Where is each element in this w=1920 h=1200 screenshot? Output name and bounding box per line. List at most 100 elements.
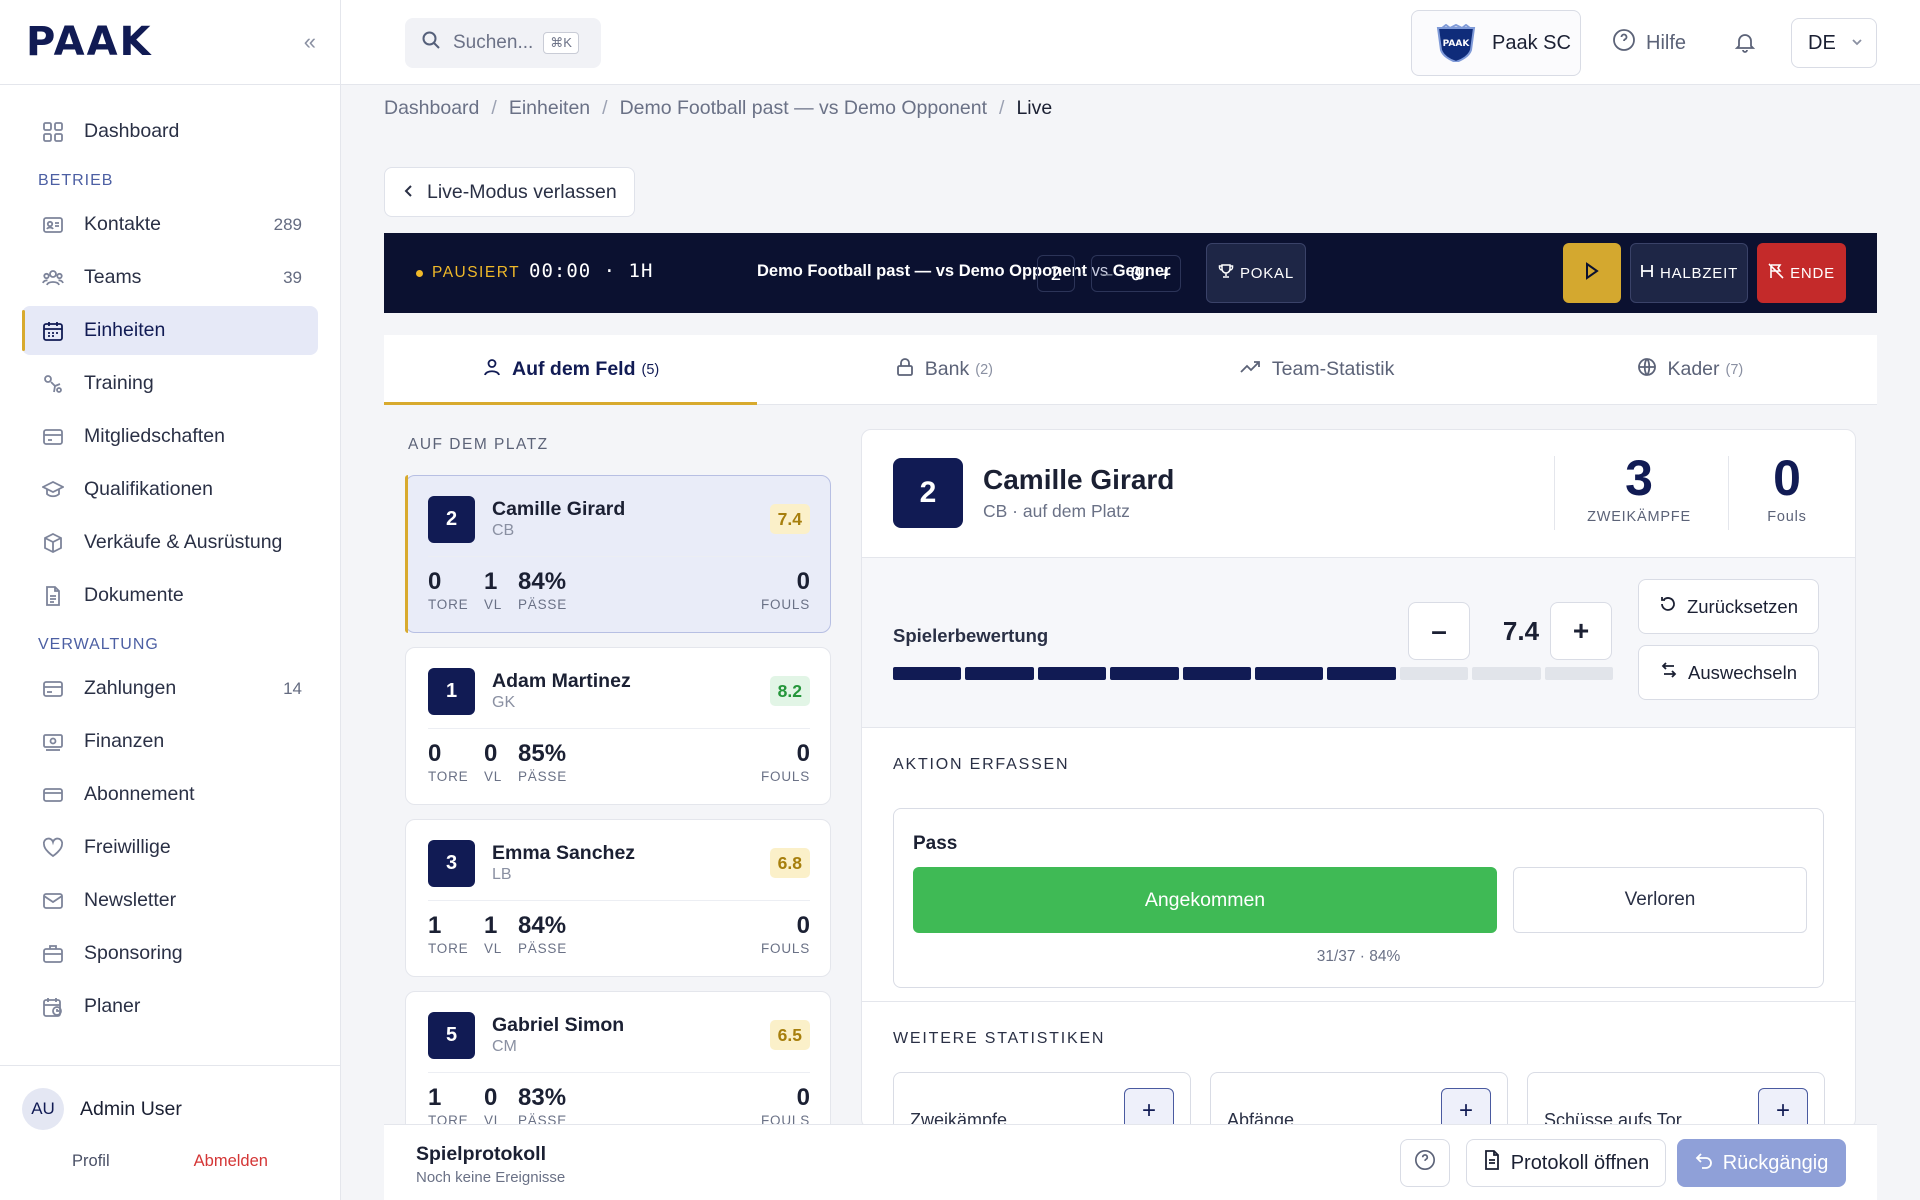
club-name: Paak SC [1492,31,1571,54]
player-position: CM [492,1038,517,1055]
sidebar-item-finanzen[interactable]: Finanzen [22,717,318,766]
away-score-minus[interactable]: – [1101,263,1112,285]
sidebar-item-verkaeufe[interactable]: Verkäufe & Ausrüstung [22,518,318,567]
stat-value: 1 [484,568,498,595]
sidebar-item-mitgliedschaften[interactable]: Mitgliedschaften [22,412,318,461]
tab-bank[interactable]: Bank (2) [757,335,1130,404]
help-circle-icon [1612,28,1636,58]
rating-segment [965,667,1034,680]
stat-increment-button[interactable]: + [1758,1088,1808,1128]
bell-icon[interactable] [1733,30,1757,60]
stat-passes: 83% PÄSSE [518,1084,567,1125]
tab-label: Bank [924,358,970,380]
breadcrumb-dashboard[interactable]: Dashboard [384,97,479,120]
player-card[interactable]: 5 Gabriel Simon CM 6.5 1 TORE 0 VL 83% PÄSS… [405,991,831,1125]
stat-passes: 84% PÄSSE [518,568,567,612]
status-dot-icon [416,269,423,277]
help-circle-icon [1414,1149,1436,1177]
tab-auf-dem-feld[interactable]: Auf dem Feld (5) [384,335,758,405]
match-log-subtitle: Noch keine Ereignisse [416,1169,566,1186]
profile-link[interactable]: Profil [72,1152,110,1171]
player-position: LB [492,866,512,883]
search-shortcut: ⌘K [543,32,579,54]
player-detail-header: 2 Camille Girard CB · auf dem Platz 3 ZW… [862,430,1855,558]
player-number: 1 [428,668,475,715]
pass-ratio: 31/37 · 84% [1316,948,1401,965]
stat-assists: 0 VL [484,740,502,784]
top-bar: Suchen... ⌘K PAAK Paak SC Hilfe DE [341,0,1920,85]
more-stats-title: WEITERE STATISTIKEN [893,1030,1106,1047]
player-rating: 8.2 [769,676,810,706]
player-card[interactable]: 1 Adam Martinez GK 8.2 0 TORE 0 VL 85% PÄSS… [405,647,831,805]
collapse-sidebar-icon[interactable]: « [304,29,316,55]
stat-label: VL [484,768,503,784]
leave-live-mode-button[interactable]: Live-Modus verlassen [384,167,635,217]
substitute-button[interactable]: Auswechseln [1638,645,1819,700]
end-match-button[interactable]: ENDE [1757,243,1846,303]
tab-count: (2) [975,361,993,378]
away-score-plus[interactable]: + [1160,263,1171,285]
sidebar-item-abonnement[interactable]: Abonnement [22,770,318,819]
sidebar-item-einheiten[interactable]: Einheiten [22,306,318,355]
pass-completed-button[interactable]: Angekommen [913,867,1497,933]
document-icon [1483,1150,1501,1176]
reset-button[interactable]: Zurücksetzen [1638,579,1819,634]
player-position: GK [492,694,516,711]
sidebar-item-planer[interactable]: Planer [22,982,318,1031]
app-logo[interactable]: PAAK [26,19,153,65]
rating-increase-button[interactable]: + [1550,602,1612,660]
user-row: AU Admin User [0,1066,340,1130]
rating-decrease-button[interactable]: – [1408,602,1470,660]
match-log-help-button[interactable] [1400,1139,1450,1187]
language-select[interactable]: DE [1791,18,1877,68]
cup-button[interactable]: POKAL [1206,243,1306,303]
halftime-button[interactable]: HALBZEIT [1630,243,1748,303]
trend-icon [1240,357,1262,383]
logout-link[interactable]: Abmelden [194,1152,268,1171]
club-switcher[interactable]: PAAK Paak SC [1411,10,1581,76]
rating-section: Spielerbewertung – 7.4 + Zurücksetzen Au… [862,558,1855,728]
club-crest-icon: PAAK [1436,24,1476,62]
avatar[interactable]: AU [22,1088,64,1130]
search-input[interactable]: Suchen... ⌘K [405,18,601,68]
sidebar-item-zahlungen[interactable]: Zahlungen 14 [22,664,318,713]
help-button[interactable]: Hilfe [1612,28,1686,58]
sidebar-item-dashboard[interactable]: Dashboard [22,107,318,156]
pass-lost-button[interactable]: Verloren [1513,867,1807,933]
breadcrumb-einheiten[interactable]: Einheiten [509,97,590,120]
search-icon [421,30,441,56]
stat-increment-button[interactable]: + [1124,1088,1174,1128]
sidebar-item-sponsoring[interactable]: Sponsoring [22,929,318,978]
sidebar-item-newsletter[interactable]: Newsletter [22,876,318,925]
stat-label: PÄSSE [518,940,568,956]
undo-button[interactable]: Rückgängig [1677,1139,1846,1187]
player-card[interactable]: 2 Camille Girard CB 7.4 0 TORE 1 VL 84% PÄS… [405,475,831,633]
sidebar-item-freiwillige[interactable]: Freiwillige [22,823,318,872]
sidebar-item-dokumente[interactable]: Dokumente [22,571,318,620]
sidebar-item-teams[interactable]: Teams 39 [22,253,318,302]
breadcrumb-match[interactable]: Demo Football past — vs Demo Opponent [620,97,987,120]
stat-increment-button[interactable]: + [1441,1088,1491,1128]
sidebar-item-kontakte[interactable]: Kontakte 289 [22,200,318,249]
stat-value: 84% [518,568,567,595]
sidebar-item-label: Dashboard [84,120,180,142]
stat-label: FOULS [760,768,810,784]
play-button[interactable] [1563,243,1621,303]
match-clock: 00:00 · 1H [529,260,653,282]
tab-kader[interactable]: Kader (7) [1504,335,1877,404]
player-card[interactable]: 3 Emma Sanchez LB 6.8 1 TORE 1 VL 84% PÄSSE… [405,819,831,977]
end-match-label: ENDE [1790,264,1835,282]
sidebar-item-training[interactable]: Training [22,359,318,408]
tab-team-statistik[interactable]: Team-Statistik [1131,335,1504,404]
open-log-button[interactable]: Protokoll öffnen [1466,1139,1666,1187]
halftime-icon [1640,263,1654,283]
stat-value: 1 [428,912,442,939]
stat-goals: 0 TORE [428,568,468,612]
stat-assists: 1 VL [484,568,502,612]
sidebar-item-qualifikationen[interactable]: Qualifikationen [22,465,318,514]
stat-label: TORE [428,768,469,784]
home-score[interactable]: 2 [1037,255,1075,292]
sidebar-item-label: Abonnement [84,783,195,805]
rating-segment [1182,667,1252,680]
player-number: 3 [428,840,475,887]
